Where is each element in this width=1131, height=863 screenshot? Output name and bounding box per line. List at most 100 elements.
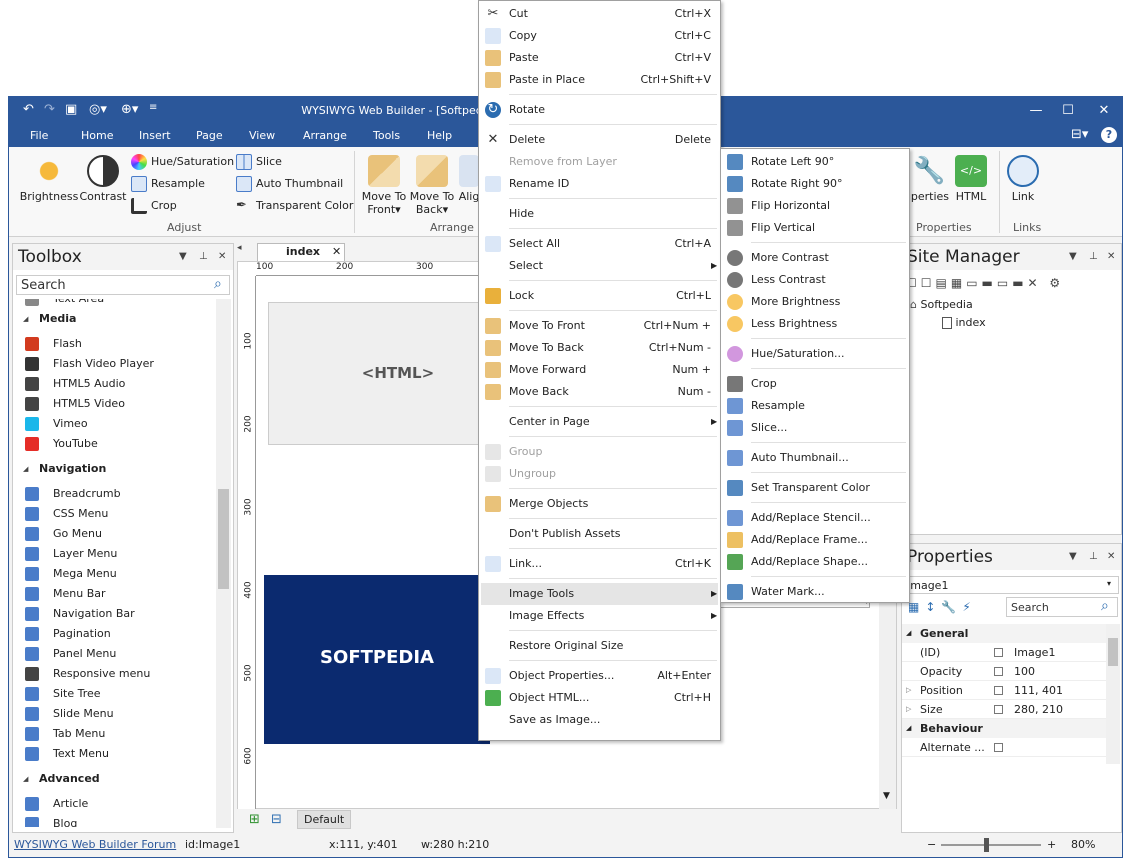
context-menu-item[interactable]: Center in Page ▶	[481, 411, 718, 433]
context-menu-item[interactable]: Restore Original Size	[481, 635, 718, 657]
zoom-slider[interactable]	[941, 838, 1041, 852]
close-icon[interactable]: ✕	[218, 244, 226, 270]
property-category[interactable]: General ◢	[902, 624, 1106, 643]
submenu-item[interactable]: Add/Replace Stencil...	[723, 507, 907, 529]
contrast-button[interactable]: Contrast	[79, 155, 127, 203]
site-manager-toolbar[interactable]: ☐☐▤▦▭▬▭▬✕ ⚙	[906, 276, 1118, 294]
binding-box-icon[interactable]	[994, 705, 1003, 714]
submenu-item[interactable]: Less Contrast	[723, 269, 907, 291]
auto-thumbnail-button[interactable]: Auto Thumbnail	[236, 174, 343, 194]
toolbox-item[interactable]: Site Tree	[21, 684, 101, 704]
property-category[interactable]: Behaviour ◢	[902, 719, 1106, 738]
toolbox-category[interactable]: Navigation	[21, 459, 106, 479]
add-page-icon[interactable]: ⊞	[249, 812, 260, 827]
move-to-back-button[interactable]: Move To Back▾	[407, 155, 457, 216]
collapse-icon[interactable]: ◢	[906, 719, 911, 738]
brightness-button[interactable]: Brightness	[19, 155, 79, 203]
toolbox-item[interactable]: Panel Menu	[21, 644, 116, 664]
menu-view[interactable]: View	[249, 129, 275, 142]
menu-home[interactable]: Home	[81, 129, 113, 142]
menu-file[interactable]: File	[30, 129, 48, 142]
context-menu-item[interactable]: Don't Publish Assets	[481, 523, 718, 545]
context-menu-item[interactable]: Paste in Place Ctrl+Shift+V	[481, 69, 718, 91]
property-value[interactable]: Image1	[1014, 643, 1055, 662]
pin-icon[interactable]: ⊥	[199, 244, 208, 270]
properties-toolbar[interactable]: ▦↕🔧⚡	[908, 600, 977, 614]
scrollbar-thumb[interactable]	[218, 489, 229, 589]
property-value[interactable]: 280, 210	[1014, 700, 1063, 719]
chevron-down-icon[interactable]: ▼	[1069, 244, 1077, 270]
context-menu-item[interactable]: Rename ID	[481, 173, 718, 195]
context-menu-item[interactable]: ✕ Delete Delete	[481, 129, 718, 151]
hue-saturation-button[interactable]: Hue/Saturation	[131, 152, 234, 172]
tree-root[interactable]: ⌂ Softpedia	[910, 298, 973, 311]
submenu-item[interactable]: Crop	[723, 373, 907, 395]
context-menu-item[interactable]: Image Tools ▶	[481, 583, 718, 605]
context-menu-item[interactable]: Select ▶	[481, 255, 718, 277]
scroll-down-icon[interactable]: ▼	[883, 791, 890, 801]
link-button[interactable]: Link	[1003, 155, 1043, 203]
context-menu-item[interactable]: Link... Ctrl+K	[481, 553, 718, 575]
toolbox-item[interactable]: Article	[21, 794, 88, 814]
submenu-item[interactable]: Water Mark...	[723, 581, 907, 603]
submenu-item[interactable]: Flip Horizontal	[723, 195, 907, 217]
toolbox-item[interactable]: Text Menu	[21, 744, 109, 764]
toolbox-item[interactable]: Responsive menu	[21, 664, 150, 684]
toolbox-item[interactable]: Go Menu	[21, 524, 102, 544]
submenu-item[interactable]: Auto Thumbnail...	[723, 447, 907, 469]
binding-box-icon[interactable]	[994, 667, 1003, 676]
properties-search-input[interactable]: Search	[1011, 601, 1049, 614]
property-value[interactable]: 111, 401	[1014, 681, 1063, 700]
close-icon[interactable]: ✕	[1107, 544, 1115, 570]
maximize-button[interactable]: ☐	[1053, 100, 1083, 122]
toolbox-item[interactable]: HTML5 Audio	[21, 374, 125, 394]
toolbox-search-box[interactable]: Search ⌕	[16, 275, 230, 295]
submenu-item[interactable]: Set Transparent Color	[723, 477, 907, 499]
menu-page[interactable]: Page	[196, 129, 223, 142]
zoom-out-icon[interactable]: −	[927, 838, 936, 851]
toolbox-item[interactable]: YouTube	[21, 434, 98, 454]
object-selector[interactable]: Image1 ▾	[904, 576, 1119, 594]
close-tab-icon[interactable]: ✕	[332, 244, 341, 260]
toolbox-item[interactable]: Menu Bar	[21, 584, 106, 604]
page-settings-icon[interactable]: ⊟	[271, 812, 282, 827]
context-menu-item[interactable]: Paste Ctrl+V	[481, 47, 718, 69]
toolbox-item[interactable]: Vimeo	[21, 414, 88, 434]
layout-icon[interactable]: ⊟▾	[1071, 127, 1088, 142]
pin-icon[interactable]: ⊥	[1089, 244, 1098, 270]
toolbox-item[interactable]: Mega Menu	[21, 564, 117, 584]
toolbox-item[interactable]: Text Area	[21, 299, 104, 309]
context-menu-item[interactable]: Copy Ctrl+C	[481, 25, 718, 47]
property-row[interactable]: Alternate ...	[902, 738, 1106, 757]
search-icon[interactable]: ⌕	[1101, 598, 1109, 614]
toolbox-item[interactable]: Navigation Bar	[21, 604, 135, 624]
toolbox-item[interactable]: HTML5 Video	[21, 394, 125, 414]
submenu-item[interactable]: Add/Replace Shape...	[723, 551, 907, 573]
toolbox-item[interactable]: Tab Menu	[21, 724, 105, 744]
submenu-item[interactable]: Less Brightness	[723, 313, 907, 335]
minimize-button[interactable]: —	[1021, 100, 1051, 122]
submenu-item[interactable]: More Brightness	[723, 291, 907, 313]
move-to-front-button[interactable]: Move To Front▾	[359, 155, 409, 216]
menu-arrange[interactable]: Arrange	[303, 129, 347, 142]
property-row[interactable]: ▷ Position 111, 401	[902, 681, 1106, 700]
toolbox-item[interactable]: Slide Menu	[21, 704, 114, 724]
toolbox-search-input[interactable]: Search	[21, 278, 66, 293]
toolbox-item[interactable]: Breadcrumb	[21, 484, 121, 504]
toolbox-item[interactable]: Pagination	[21, 624, 111, 644]
crop-button[interactable]: Crop	[131, 196, 177, 216]
submenu-item[interactable]: Slice...	[723, 417, 907, 439]
binding-box-icon[interactable]	[994, 648, 1003, 657]
properties-button[interactable]: 🔧 perties	[909, 155, 949, 203]
resample-button[interactable]: Resample	[131, 174, 205, 194]
context-menu-item[interactable]: Move Forward Num +	[481, 359, 718, 381]
menu-help[interactable]: Help	[427, 129, 452, 142]
close-icon[interactable]: ✕	[1107, 244, 1115, 270]
expand-icon[interactable]: ▷	[906, 681, 911, 700]
context-menu-item[interactable]: ↻ Rotate	[481, 99, 718, 121]
submenu-item[interactable]: Hue/Saturation...	[723, 343, 907, 365]
zoom-slider-thumb[interactable]	[984, 838, 989, 852]
toolbox-category[interactable]: Media	[21, 309, 76, 329]
property-row[interactable]: Opacity 100	[902, 662, 1106, 681]
toolbox-item[interactable]: Layer Menu	[21, 544, 117, 564]
